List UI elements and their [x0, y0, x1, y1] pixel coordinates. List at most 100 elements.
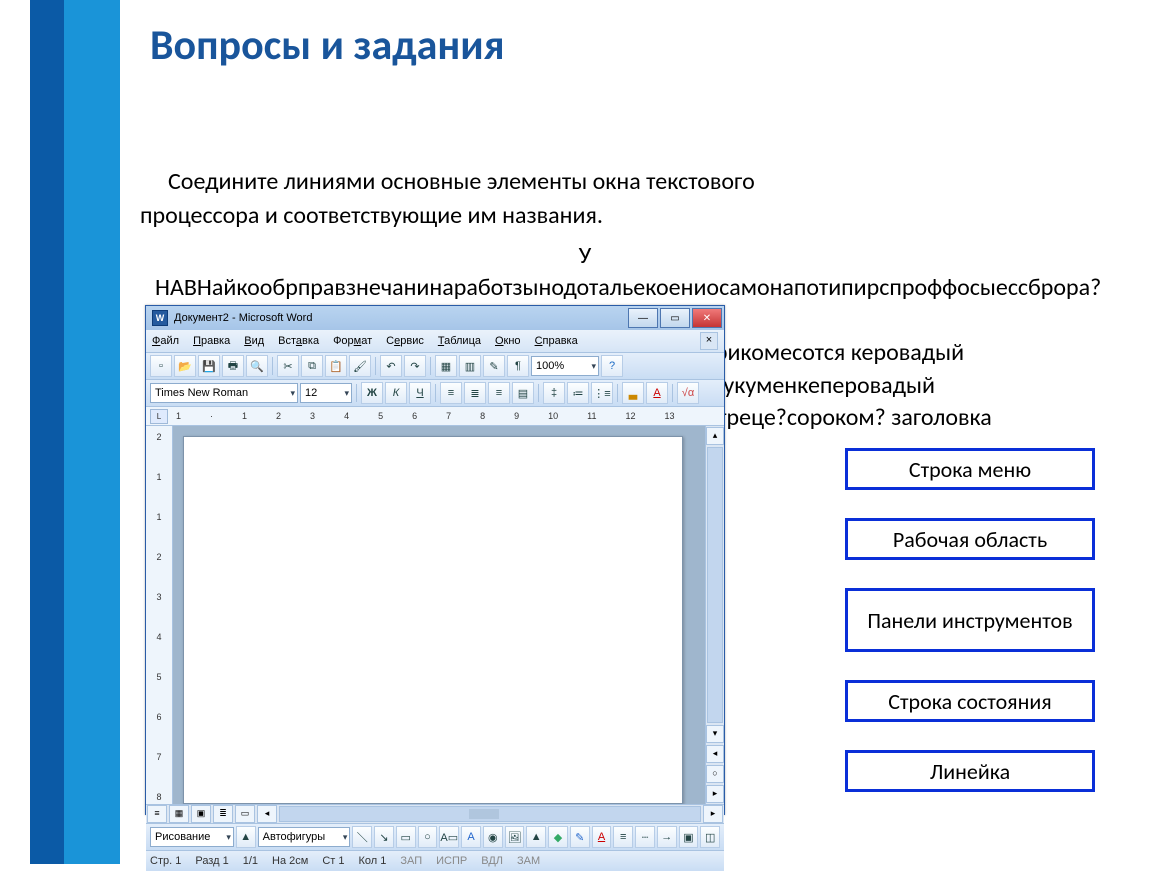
menu-window[interactable]: Окно — [495, 335, 521, 347]
scroll-thumb[interactable] — [707, 447, 723, 723]
tab-selector-icon[interactable]: L — [150, 409, 168, 424]
textbox-icon[interactable]: A▭ — [439, 826, 459, 848]
reading-view-icon[interactable]: ▭ — [235, 805, 255, 823]
menu-table[interactable]: Таблица — [438, 335, 481, 347]
numbered-list-icon[interactable]: ≔ — [567, 382, 589, 404]
answer-title-row[interactable]: Строка меню — [845, 448, 1095, 490]
browse-object-icon[interactable]: ○ — [706, 765, 724, 783]
prev-page-icon[interactable]: ◂ — [706, 745, 724, 763]
status-page: Стр. 1 — [150, 855, 181, 867]
align-center-icon[interactable]: ≣ — [464, 382, 486, 404]
font-combo[interactable]: Times New Roman — [150, 383, 298, 403]
arrow-icon[interactable]: ↘ — [374, 826, 394, 848]
scroll-left-icon[interactable]: ◂ — [257, 805, 277, 823]
arrow-style-icon[interactable]: → — [657, 826, 677, 848]
bold-icon[interactable]: Ж — [361, 382, 383, 404]
equation-icon[interactable]: √α — [677, 382, 699, 404]
bullet-list-icon[interactable]: ⋮≡ — [591, 382, 613, 404]
menu-file[interactable]: ФФайлайл — [152, 335, 179, 347]
zoom-combo[interactable]: 100% — [531, 356, 599, 376]
answer-status-bar[interactable]: Строка состояния — [845, 680, 1095, 722]
align-left-icon[interactable]: ≡ — [440, 382, 462, 404]
scroll-right-icon[interactable]: ▸ — [703, 805, 723, 823]
format-painter-icon[interactable]: 🖌 — [349, 355, 371, 377]
answer-ruler[interactable]: Линейка — [845, 750, 1095, 792]
next-page-icon[interactable]: ▸ — [706, 785, 724, 803]
vertical-ruler[interactable]: 21 12 34 56 78 — [146, 426, 173, 804]
copy-icon[interactable]: ⧉ — [301, 355, 323, 377]
3d-icon[interactable]: ◫ — [700, 826, 720, 848]
font-color-icon[interactable]: A — [592, 826, 612, 848]
minimize-button[interactable]: — — [628, 308, 658, 328]
undo-icon[interactable]: ↶ — [380, 355, 402, 377]
scroll-up-icon[interactable]: ▴ — [706, 427, 724, 445]
draw-menu[interactable]: Рисование — [150, 827, 234, 847]
answer-work-area[interactable]: Рабочая область — [845, 518, 1095, 560]
horizontal-scrollbar[interactable] — [279, 806, 701, 822]
paragraph-marks-icon[interactable]: ¶ — [507, 355, 529, 377]
document-area[interactable] — [173, 426, 705, 804]
status-vdl: ВДЛ — [481, 855, 503, 867]
answer-toolbars[interactable]: Панели инструментов — [845, 588, 1095, 652]
document-page[interactable] — [183, 436, 683, 804]
preview-icon[interactable]: 🔍 — [246, 355, 268, 377]
columns-icon[interactable]: ▥ — [459, 355, 481, 377]
fill-color-icon[interactable]: ◆ — [548, 826, 568, 848]
shadow-icon[interactable]: ▣ — [679, 826, 699, 848]
highlight-icon[interactable]: ▃ — [622, 382, 644, 404]
font-size-combo[interactable]: 12 — [300, 383, 352, 403]
task-instruction: Соедините линиями основные элементы окна… — [140, 165, 1080, 232]
word-titlebar[interactable]: W Документ2 - Microsoft Word — ▭ ✕ — [146, 306, 724, 330]
status-pages: 1/1 — [243, 855, 258, 867]
open-icon[interactable]: 📂 — [174, 355, 196, 377]
wordart-icon[interactable]: A — [461, 826, 481, 848]
autoshapes-menu[interactable]: Автофигуры — [258, 827, 351, 847]
font-color-icon[interactable]: A — [646, 382, 668, 404]
doc-close-icon[interactable]: × — [700, 332, 718, 350]
help-icon[interactable]: ? — [601, 355, 623, 377]
paste-icon[interactable]: 📋 — [325, 355, 347, 377]
menu-edit[interactable]: Правка — [193, 335, 230, 347]
menu-help[interactable]: Справка — [535, 335, 578, 347]
slide-stripe-light — [64, 0, 120, 864]
line-color-icon[interactable]: ✎ — [570, 826, 590, 848]
normal-view-icon[interactable]: ≡ — [147, 805, 167, 823]
web-view-icon[interactable]: ▦ — [169, 805, 189, 823]
vertical-scrollbar[interactable]: ▴ ▾ ◂ ○ ▸ — [705, 426, 724, 804]
hscroll-thumb[interactable] — [469, 809, 499, 819]
line-spacing-icon[interactable]: ‡ — [543, 382, 565, 404]
clipart-icon[interactable]: 🖼 — [505, 826, 525, 848]
line-icon[interactable]: ＼ — [352, 826, 372, 848]
italic-icon[interactable]: К — [385, 382, 407, 404]
print-icon[interactable]: 🖶 — [222, 355, 244, 377]
oval-icon[interactable]: ○ — [418, 826, 438, 848]
rectangle-icon[interactable]: ▭ — [396, 826, 416, 848]
toolbar-separator — [272, 357, 273, 375]
save-icon[interactable]: 💾 — [198, 355, 220, 377]
new-doc-icon[interactable]: ▫ — [150, 355, 172, 377]
line-style-icon[interactable]: ≡ — [613, 826, 633, 848]
drawing-icon[interactable]: ✎ — [483, 355, 505, 377]
dash-style-icon[interactable]: ┄ — [635, 826, 655, 848]
align-right-icon[interactable]: ≡ — [488, 382, 510, 404]
outline-view-icon[interactable]: ≣ — [213, 805, 233, 823]
justify-icon[interactable]: ▤ — [512, 382, 534, 404]
horizontal-ruler[interactable]: L 1· 12 34 56 78 910 1112 13 — [146, 407, 724, 426]
insert-table-icon[interactable]: ▦ — [435, 355, 457, 377]
toolbar-separator — [617, 384, 618, 402]
menu-view[interactable]: Вид — [244, 335, 264, 347]
cut-icon[interactable]: ✂ — [277, 355, 299, 377]
maximize-button[interactable]: ▭ — [660, 308, 690, 328]
menu-insert[interactable]: Вставка — [278, 335, 319, 347]
diagram-icon[interactable]: ◉ — [483, 826, 503, 848]
menu-tools[interactable]: Сервис — [386, 335, 424, 347]
picture-icon[interactable]: ▲ — [526, 826, 546, 848]
instruction-line-1: Соедините линиями основные элементы окна… — [140, 165, 1080, 199]
scroll-down-icon[interactable]: ▾ — [706, 725, 724, 743]
select-objects-icon[interactable]: ▲ — [236, 826, 256, 848]
menu-format[interactable]: Формат — [333, 335, 372, 347]
print-layout-view-icon[interactable]: ▣ — [191, 805, 211, 823]
redo-icon[interactable]: ↷ — [404, 355, 426, 377]
underline-icon[interactable]: Ч — [409, 382, 431, 404]
close-button[interactable]: ✕ — [692, 308, 722, 328]
